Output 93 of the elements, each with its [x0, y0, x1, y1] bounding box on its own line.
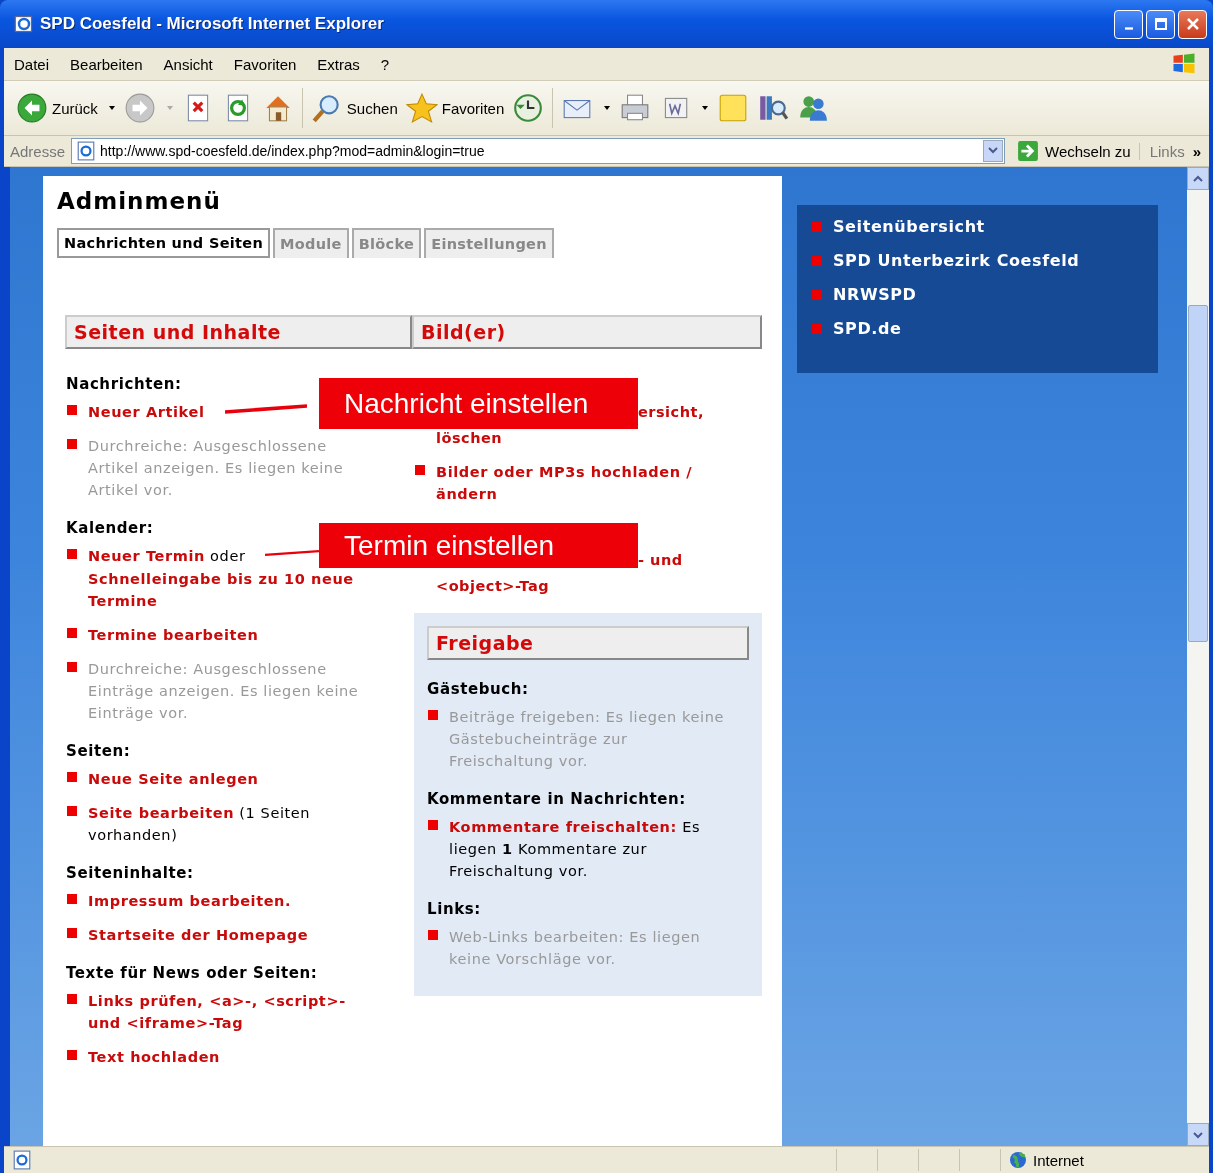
- browser-logo-icon: [14, 14, 34, 34]
- page-heading: Adminmenü: [57, 188, 222, 214]
- menu-link[interactable]: Text hochladen: [88, 1046, 221, 1068]
- maximize-icon: [1153, 17, 1168, 31]
- bullet-icon: [812, 324, 822, 334]
- tab[interactable]: Nachrichten und Seiten: [57, 228, 271, 258]
- page-status-icon: [12, 1150, 32, 1170]
- bullet-icon: [67, 628, 77, 638]
- menu-link[interactable]: Neuer Artikel: [88, 401, 205, 423]
- scrollbar[interactable]: [1187, 167, 1209, 1146]
- section-heading: Kommentare in Nachrichten:: [427, 789, 687, 810]
- section-header: Freigabe: [427, 626, 749, 660]
- sidebar-link[interactable]: Seitenübersicht: [833, 217, 985, 236]
- menu-link[interactable]: <object>-Tag: [436, 578, 550, 594]
- bullet-icon: [67, 894, 77, 904]
- list-item-text[interactable]: Neuer Termin oder: [88, 545, 246, 567]
- bullet-icon: [67, 806, 77, 816]
- clock-icon: [512, 92, 545, 124]
- section-heading: Nachrichten:: [66, 374, 183, 395]
- star-icon: [405, 92, 438, 124]
- arrow-right-icon: [1017, 140, 1039, 162]
- menu-link[interactable]: löschen: [436, 430, 503, 446]
- bullet-icon: [67, 405, 77, 415]
- sidebar-link[interactable]: SPD Unterbezirk Coesfeld: [833, 251, 1080, 270]
- menu-link[interactable]: Neue Seite anlegen: [88, 768, 259, 790]
- bullet-icon: [428, 710, 438, 720]
- menu-link[interactable]: ersicht,: [638, 404, 704, 420]
- address-label: Adresse: [10, 142, 66, 160]
- chevron-button[interactable]: »: [1192, 142, 1209, 160]
- maximize-button[interactable]: [1146, 9, 1175, 39]
- address-field[interactable]: http://www.spd-coesfeld.de/index.php?mod=admin&login=true: [71, 138, 1005, 164]
- chevron-up-icon: [1193, 174, 1203, 183]
- bullet-icon: [812, 256, 822, 266]
- window-title: SPD Coesfeld - Microsoft Internet Explorer: [40, 14, 385, 34]
- sidebar-link[interactable]: SPD.de: [833, 319, 902, 338]
- bullet-icon: [67, 928, 77, 938]
- menu-link[interactable]: Bilder oder MP3s hochladen / ändern: [436, 461, 721, 505]
- caret-icon: [701, 104, 710, 112]
- menu-item[interactable]: ?: [380, 55, 390, 73]
- close-icon: [1185, 17, 1200, 31]
- menu-link[interactable]: Startseite der Homepage: [88, 924, 309, 946]
- bullet-icon: [428, 930, 438, 940]
- sidebar-link[interactable]: NRWSPD: [833, 285, 917, 304]
- bullet-icon: [67, 439, 77, 449]
- dropdown-button[interactable]: [983, 140, 1003, 162]
- section-heading: Links:: [427, 899, 482, 920]
- section-heading: Gästebuch:: [427, 679, 530, 700]
- minimize-button[interactable]: [1114, 9, 1143, 39]
- leader-line: [265, 548, 319, 558]
- menu-link[interactable]: Impressum bearbeiten.: [88, 890, 292, 912]
- chevron-down-icon: [1193, 1130, 1203, 1139]
- callout-label: Termin einstellen: [319, 523, 638, 568]
- section-heading: Kalender:: [66, 518, 155, 539]
- list-item-text[interactable]: Kommentare freischalten: Es liegen 1 Kommentare zur Freischaltung vor.: [449, 816, 737, 882]
- section-header: Seiten und Inhalte: [65, 315, 412, 349]
- caret-icon: [165, 104, 174, 112]
- bullet-icon: [415, 465, 425, 475]
- bullet-icon: [67, 994, 77, 1004]
- menu-item[interactable]: Ansicht: [163, 55, 213, 73]
- section-header: Bild(er): [412, 315, 762, 349]
- page-icon: [76, 141, 97, 161]
- menu-link[interactable]: - und: [638, 552, 683, 568]
- bullet-icon: [67, 662, 77, 672]
- menu-item[interactable]: Favoriten: [233, 55, 297, 73]
- menu-item[interactable]: Datei: [14, 55, 50, 73]
- bullet-icon: [67, 549, 77, 559]
- bullet-icon: [812, 290, 822, 300]
- back-button[interactable]: Zurück: [12, 92, 120, 124]
- search-button[interactable]: Suchen: [306, 92, 402, 124]
- zone-label: Internet: [1033, 1151, 1084, 1169]
- caret-icon: [107, 104, 116, 112]
- callout-label: Nachricht einstellen: [319, 378, 638, 429]
- menu-item[interactable]: Bearbeiten: [70, 55, 143, 73]
- close-button[interactable]: [1178, 9, 1207, 39]
- favorites-button[interactable]: Favoriten: [401, 92, 509, 124]
- bullet-icon: [812, 222, 822, 232]
- bullet-icon: [67, 1050, 77, 1060]
- section-heading: Texte für News oder Seiten:: [66, 963, 319, 984]
- chevron-down-icon: [988, 147, 998, 155]
- menu-item[interactable]: Extras: [317, 55, 360, 73]
- menu-link[interactable]: Schnelleingabe bis zu 10 neue Termine: [88, 568, 373, 612]
- section-heading: Seiteninhalte:: [66, 863, 195, 884]
- caret-icon: [603, 104, 612, 112]
- bullet-icon: [428, 820, 438, 830]
- bullet-icon: [67, 772, 77, 782]
- list-item-text[interactable]: Seite bearbeiten (1 Seiten vorhanden): [88, 802, 373, 846]
- menu-link[interactable]: Links prüfen, <a>-, <script>- und <iframe>-Tag: [88, 990, 373, 1034]
- minimize-icon: [1124, 26, 1133, 30]
- links-label[interactable]: Links: [1138, 142, 1193, 160]
- menu-link[interactable]: Termine bearbeiten: [88, 624, 259, 646]
- go-button[interactable]: Wechseln zu: [1009, 140, 1139, 162]
- globe-icon: [1009, 1151, 1027, 1169]
- section-heading: Seiten:: [66, 741, 132, 762]
